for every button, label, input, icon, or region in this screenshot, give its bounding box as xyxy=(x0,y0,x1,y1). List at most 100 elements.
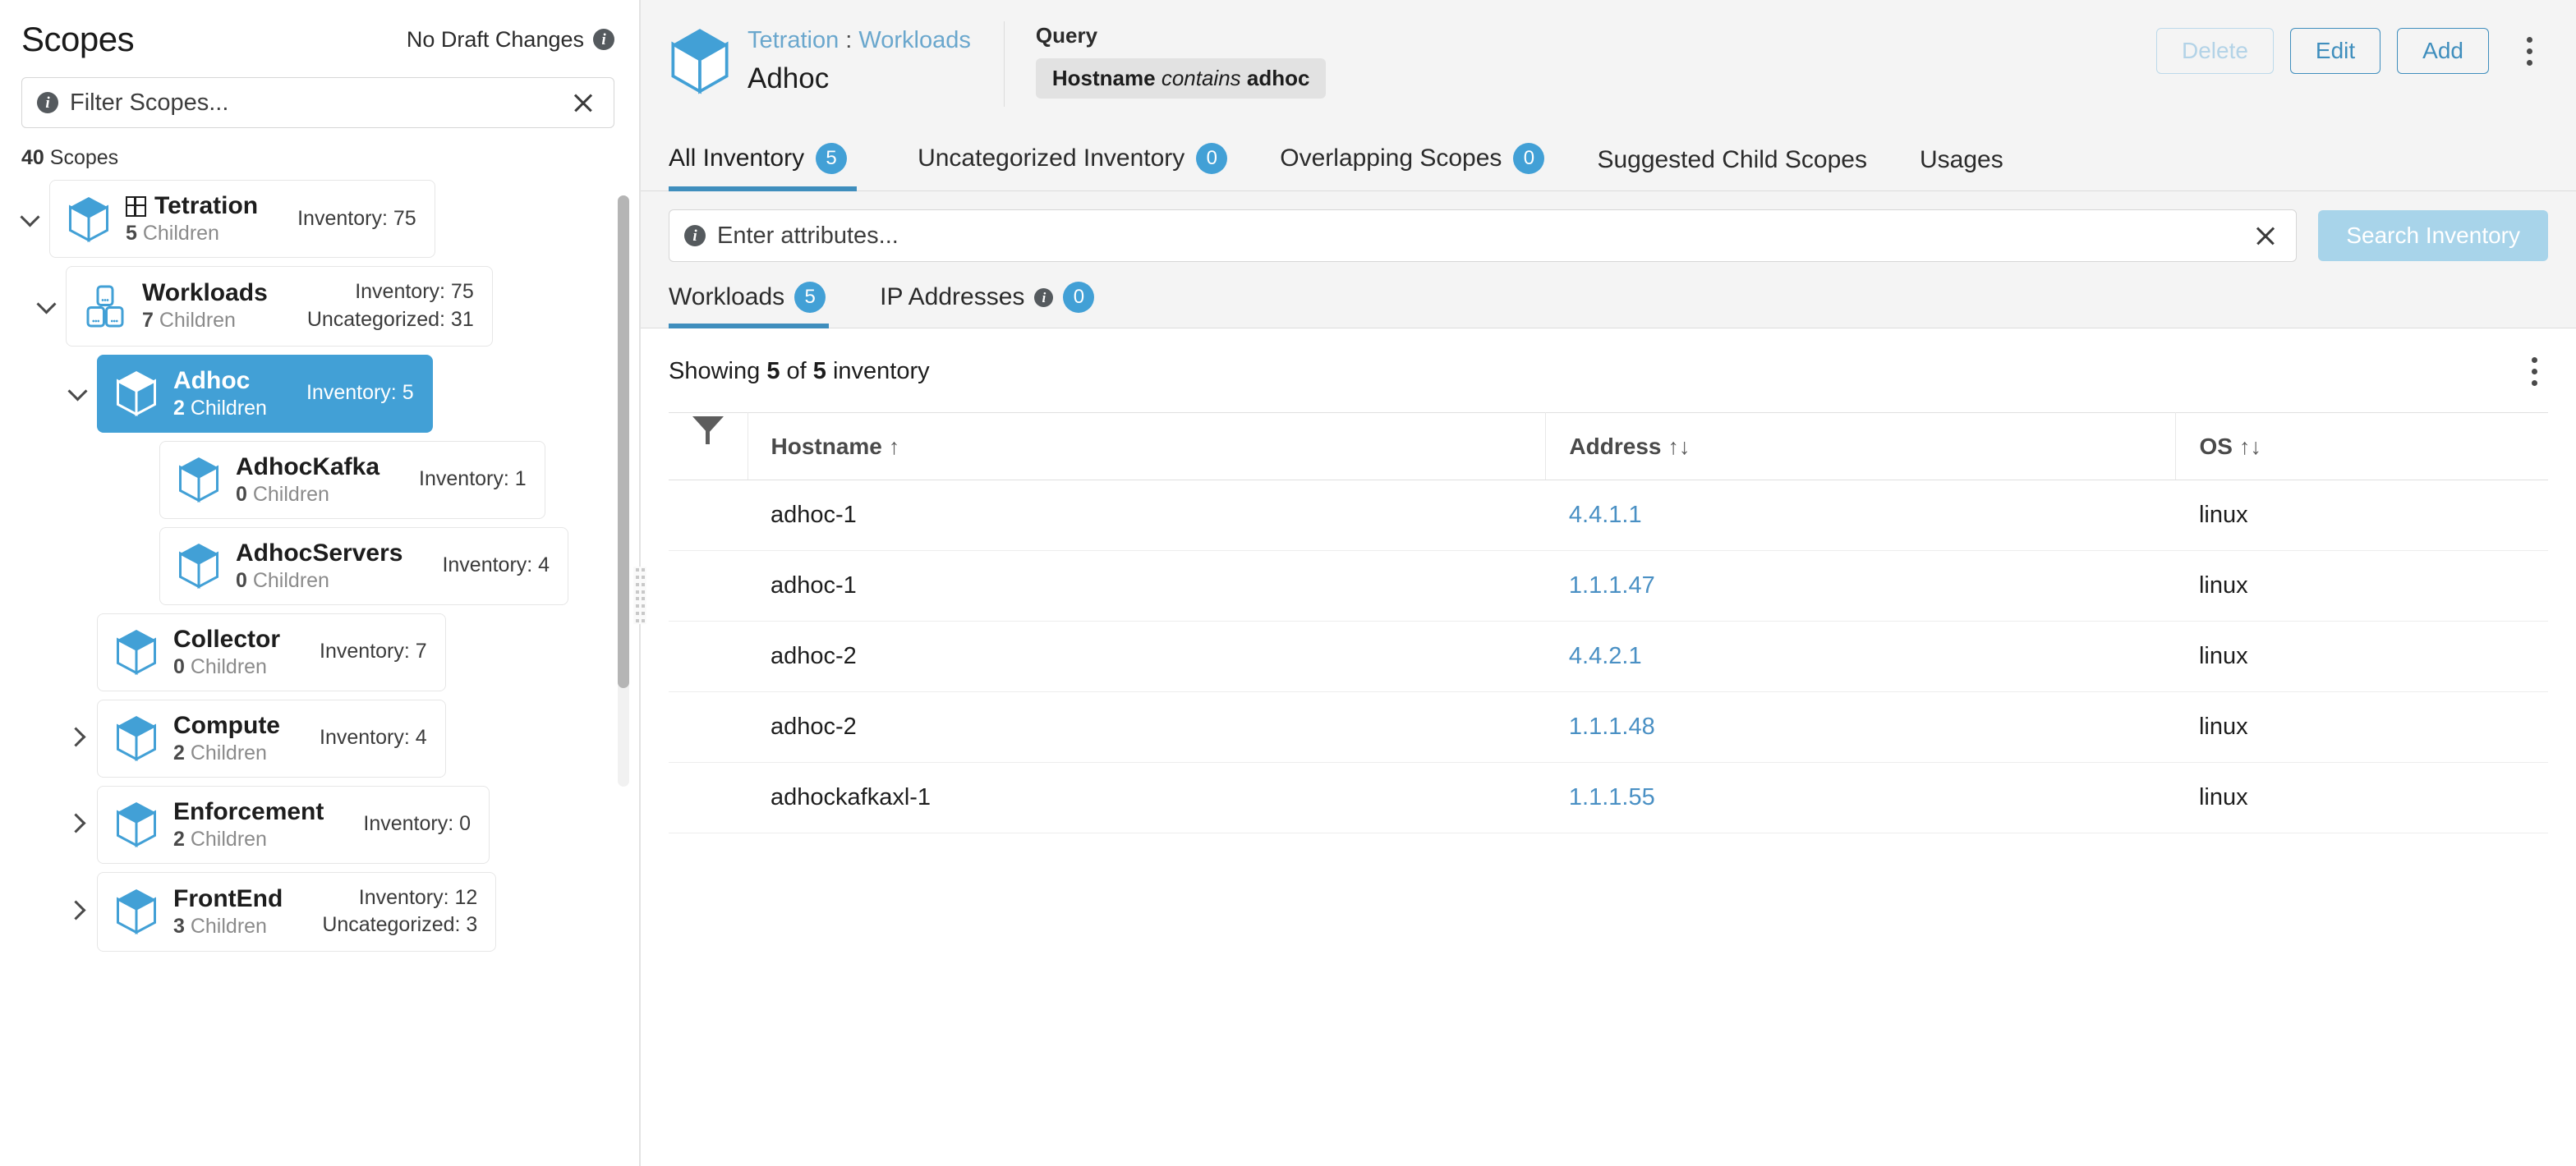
clear-search-icon[interactable] xyxy=(2252,222,2279,250)
info-icon[interactable]: i xyxy=(593,29,614,50)
chevron-down-icon[interactable] xyxy=(12,200,49,238)
cell-os: linux xyxy=(2175,762,2548,833)
edit-button[interactable]: Edit xyxy=(2289,28,2381,74)
tab-usages[interactable]: Usages xyxy=(1893,133,2030,191)
cell-hostname: adhoc-1 xyxy=(748,550,1546,622)
sort-asc-icon[interactable]: ↑ xyxy=(889,434,900,459)
scope-node-text: Tetration 5 Children xyxy=(126,192,258,246)
sort-both-icon[interactable]: ↑↓ xyxy=(2239,434,2261,459)
chevron-right-icon[interactable] xyxy=(59,719,97,757)
workloads-icon xyxy=(83,282,127,331)
breadcrumb-col: Tetration : Workloads Adhoc xyxy=(748,27,971,95)
column-header-hostname-label: Hostname xyxy=(770,433,882,459)
sort-both-icon[interactable]: ↑↓ xyxy=(1668,434,1690,459)
showing-count: 5 xyxy=(766,357,780,384)
scope-node-frontend[interactable]: FrontEnd 3 Children Inventory: 12 Uncategor… xyxy=(97,871,497,952)
table-row[interactable]: adhockafkaxl-1 1.1.1.55 linux xyxy=(669,762,2548,833)
tab-label: Usages xyxy=(1920,146,2003,173)
scope-node-tetration[interactable]: Tetration 5 Children Inventory: 75 xyxy=(49,180,435,258)
column-filter-toggle[interactable] xyxy=(669,412,748,480)
scope-node-inventory: Inventory: 0 xyxy=(363,812,472,836)
scope-node-stats: Inventory: 75 Uncategorized: 31 xyxy=(307,278,474,334)
address-link[interactable]: 4.4.2.1 xyxy=(1569,643,1642,669)
info-icon[interactable]: i xyxy=(684,225,706,246)
sidebar-scrollbar-thumb[interactable] xyxy=(618,195,629,688)
scope-node-stats: Inventory: 75 xyxy=(297,205,416,233)
chevron-down-icon[interactable] xyxy=(28,287,66,325)
scope-tree: Tetration 5 Children Inventory: 75 Workload… xyxy=(0,180,639,1166)
scope-identity: Tetration : Workloads Adhoc xyxy=(669,15,971,95)
column-header-os[interactable]: OS ↑↓ xyxy=(2175,412,2548,480)
table-options-icon[interactable] xyxy=(2515,348,2553,394)
column-header-address[interactable]: Address ↑↓ xyxy=(1545,412,2177,480)
chevron-down-icon[interactable] xyxy=(59,374,97,412)
scope-node-children: 0 Children xyxy=(173,654,267,678)
breadcrumb-parent[interactable]: Workloads xyxy=(858,27,970,53)
scope-node-name: Adhoc xyxy=(173,367,267,395)
row-filter-cell xyxy=(669,550,748,622)
tab-all-inventory[interactable]: All Inventory 5 xyxy=(669,130,873,191)
scope-node-children: 2 Children xyxy=(173,827,267,851)
panel-splitter-handle[interactable] xyxy=(633,567,646,624)
address-link[interactable]: 1.1.1.55 xyxy=(1569,784,1655,810)
chevron-right-icon[interactable] xyxy=(59,806,97,843)
more-options-icon[interactable] xyxy=(2510,28,2548,74)
search-inventory-button[interactable]: Search Inventory xyxy=(2318,210,2548,261)
column-header-os-label: OS xyxy=(2199,433,2233,459)
scope-tree-row: Compute 2 Children Inventory: 4 xyxy=(0,699,610,778)
table-row[interactable]: adhoc-1 4.4.1.1 linux xyxy=(669,480,2548,551)
delete-button[interactable]: Delete xyxy=(2155,28,2274,74)
scope-node-inventory: Inventory: 75 xyxy=(297,206,416,230)
tab-overlapping-scopes[interactable]: Overlapping Scopes 0 xyxy=(1254,130,1571,191)
filter-icon[interactable] xyxy=(692,415,724,459)
sidebar-scrollbar[interactable] xyxy=(618,195,629,787)
cell-address[interactable]: 1.1.1.48 xyxy=(1545,691,2176,763)
info-icon[interactable]: i xyxy=(37,92,58,113)
cell-address[interactable]: 4.4.2.1 xyxy=(1545,621,2176,692)
clear-filter-icon[interactable] xyxy=(569,89,597,117)
column-header-hostname[interactable]: Hostname ↑ xyxy=(748,412,1547,480)
scope-node-name: AdhocKafka xyxy=(236,453,380,481)
scope-node-adhoc[interactable]: Adhoc 2 Children Inventory: 5 xyxy=(97,354,433,433)
scope-node-uncategorized: Uncategorized: 31 xyxy=(306,307,474,331)
add-button[interactable]: Add xyxy=(2397,28,2489,74)
showing-mid: of xyxy=(786,357,807,384)
subtab-label: Workloads xyxy=(669,283,785,310)
table-row[interactable]: adhoc-2 1.1.1.48 linux xyxy=(669,691,2548,763)
address-link[interactable]: 1.1.1.48 xyxy=(1569,714,1655,740)
subtab-workloads[interactable]: Workloads 5 xyxy=(669,273,850,328)
address-link[interactable]: 4.4.1.1 xyxy=(1569,502,1642,528)
subtab-ip-addresses[interactable]: IP Addresses i 0 xyxy=(880,273,1119,328)
scope-tree-row: AdhocServers 0 Children Inventory: 4 xyxy=(0,526,610,605)
tab-suggested-child-scopes[interactable]: Suggested Child Scopes xyxy=(1571,133,1893,191)
cell-address[interactable]: 1.1.1.55 xyxy=(1545,762,2176,833)
breadcrumb-root[interactable]: Tetration xyxy=(748,27,839,53)
table-row[interactable]: adhoc-2 4.4.2.1 linux xyxy=(669,621,2548,692)
address-link[interactable]: 1.1.1.47 xyxy=(1569,572,1655,599)
scope-node-name: Compute xyxy=(173,712,280,740)
tab-badge: 5 xyxy=(816,143,848,174)
scope-node-workloads[interactable]: Workloads 7 Children Inventory: 75 Uncatego… xyxy=(66,266,493,347)
scope-node-adhockafka[interactable]: AdhocKafka 0 Children Inventory: 1 xyxy=(159,440,545,519)
attributes-search-input[interactable]: i Enter attributes... xyxy=(669,209,2298,262)
info-icon[interactable]: i xyxy=(1034,287,1054,307)
cell-address[interactable]: 1.1.1.47 xyxy=(1545,550,2176,622)
scope-node-children: 3 Children xyxy=(173,914,267,938)
scope-node-compute[interactable]: Compute 2 Children Inventory: 4 xyxy=(97,699,446,778)
scopes-count-number: 40 xyxy=(21,146,44,169)
row-filter-cell xyxy=(669,480,748,551)
search-row: i Enter attributes... Search Inventory xyxy=(641,191,2576,262)
scope-node-name: Enforcement xyxy=(173,798,324,826)
scope-node-text: Collector 0 Children xyxy=(173,626,280,679)
cell-address[interactable]: 4.4.1.1 xyxy=(1545,480,2176,551)
scope-node-enforcement[interactable]: Enforcement 2 Children Inventory: 0 xyxy=(97,785,490,864)
scope-node-collector[interactable]: Collector 0 Children Inventory: 7 xyxy=(97,613,446,691)
tab-uncategorized-inventory[interactable]: Uncategorized Inventory 0 xyxy=(891,130,1254,191)
scope-tree-row: Adhoc 2 Children Inventory: 5 xyxy=(0,354,610,433)
chevron-right-icon[interactable] xyxy=(59,893,97,930)
filter-scopes-input[interactable]: i Filter Scopes... xyxy=(21,77,614,128)
table-row[interactable]: adhoc-1 1.1.1.47 linux xyxy=(669,550,2548,622)
sidebar-header: Scopes No Draft Changes i xyxy=(0,0,639,64)
scope-tree-row: Workloads 7 Children Inventory: 75 Uncatego… xyxy=(0,266,610,347)
scope-node-adhocservers[interactable]: AdhocServers 0 Children Inventory: 4 xyxy=(159,526,569,605)
